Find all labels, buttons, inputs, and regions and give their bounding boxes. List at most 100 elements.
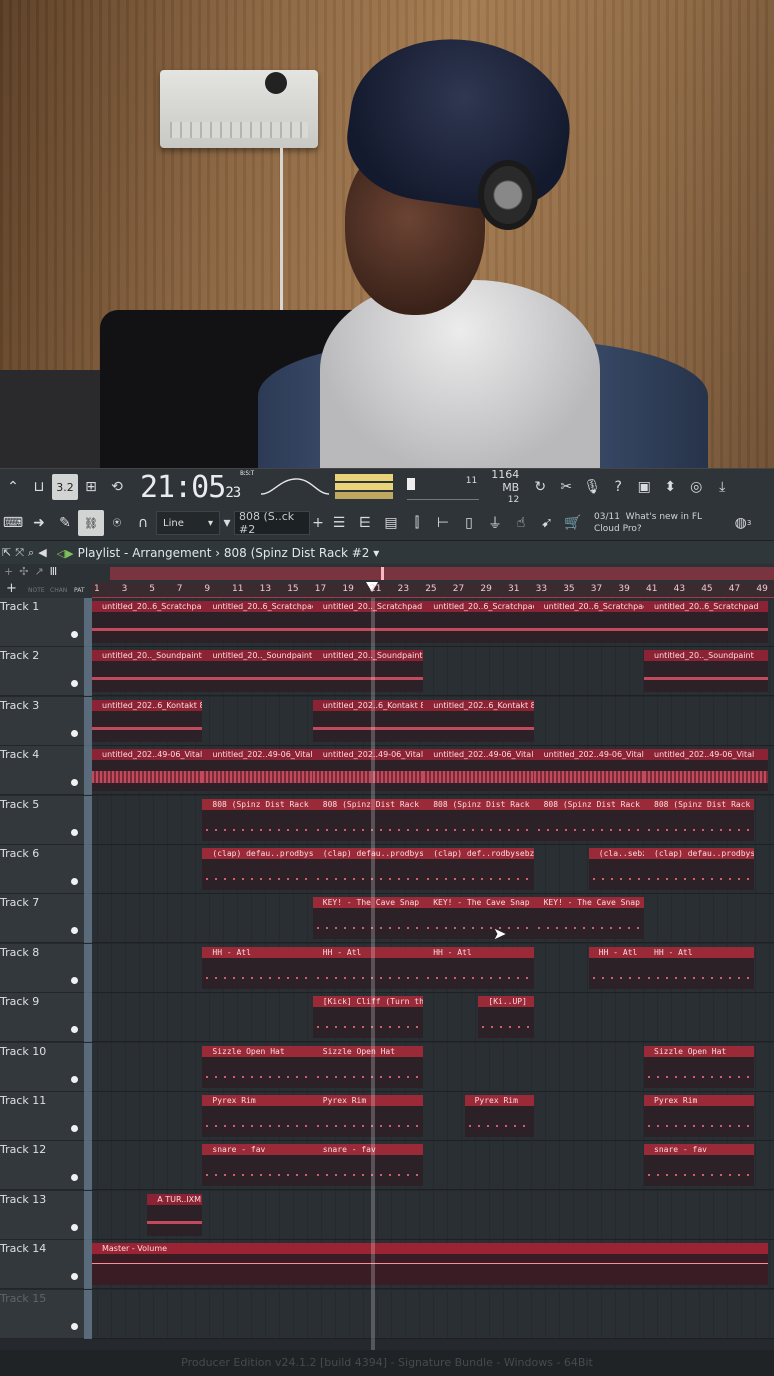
track-lane[interactable]: untitled_202..6_Kontakt 8 untitled_202..6… (84, 696, 774, 746)
snap-select[interactable]: Line ▾ (156, 511, 220, 535)
track-mute-button[interactable] (71, 631, 78, 638)
horizontal-scrollbar[interactable] (110, 567, 774, 580)
track-header[interactable]: Track 6 (0, 845, 84, 894)
pattern-clip[interactable]: Sizzle Open Hat (644, 1045, 755, 1088)
audio-clip[interactable]: untitled_202..6_Kontakt 8 (423, 699, 534, 742)
piano-roll-icon[interactable]: ⋿ (352, 510, 378, 536)
pattern-clip[interactable]: 808 (Spinz Dist Rack (312, 798, 424, 841)
pattern-clip[interactable]: Pyrex Rim (464, 1095, 534, 1137)
audio-clip[interactable]: untitled_20.._Soundpaint (92, 650, 203, 693)
audio-clip[interactable]: untitled_20..6_Scratchpad (423, 601, 534, 643)
render-icon[interactable]: ⬍ (657, 474, 683, 500)
pattern-clip[interactable]: 808 (Spinz Dist Rack (533, 798, 644, 841)
track-mute-button[interactable] (71, 779, 78, 787)
pattern-clip[interactable]: (clap) defau..prodbysebzy (202, 848, 313, 890)
audio-clip[interactable]: untitled_202..49-06_Vital (202, 749, 313, 792)
track-header[interactable]: Track 7 (0, 894, 84, 944)
playlist-title[interactable]: ◁▶ Playlist - Arrangement › 808 (Spinz Di… (57, 546, 380, 560)
track-lane[interactable]: A TUR..IXM (84, 1190, 774, 1240)
audio-clip[interactable]: A TUR..IXM (147, 1193, 203, 1236)
track-lane[interactable]: Master - Volume (84, 1240, 774, 1290)
pattern-clip[interactable]: Sizzle Open Hat (202, 1045, 313, 1088)
slide-icon[interactable]: ↗ (34, 565, 43, 578)
zoom-icon[interactable]: ⌕ (28, 546, 34, 560)
audio-clip[interactable]: untitled_20..6_Scratchpad (202, 601, 313, 643)
audio-clip[interactable]: untitled_202..6_Kontakt 8 (312, 699, 424, 742)
pattern-clip[interactable]: 808 (Spinz Dist Rack #2 (202, 798, 313, 841)
pattern-clip[interactable]: snare - fav (312, 1144, 424, 1187)
audio-clip[interactable]: untitled_202..49-06_Vital (312, 749, 424, 792)
pattern-clip[interactable]: [Ki..UP] (478, 996, 534, 1039)
audio-clip[interactable]: untitled_202..6_Kontakt 8 (92, 699, 203, 742)
tempo-display[interactable]: 3.2 (52, 474, 78, 500)
audio-clip[interactable]: untitled_20.._Soundpaint (644, 650, 769, 693)
track-lane[interactable]: untitled_20.._Soundpaint untitled_20.._So… (84, 647, 774, 697)
track-mute-button[interactable] (71, 1026, 78, 1034)
pattern-clip[interactable]: 808 (Spinz Dist Rack (423, 798, 534, 841)
track-header[interactable]: Track 3 (0, 696, 84, 746)
audio-clip[interactable]: untitled_20..6_Scratchpad (92, 601, 203, 643)
track-header[interactable]: Track 4 (0, 746, 84, 796)
add-track-icon[interactable]: + (4, 565, 13, 578)
resize-icon[interactable]: ⤧ (15, 546, 24, 560)
scrollbar-thumb[interactable] (381, 567, 384, 580)
magnet-icon[interactable]: ✣ (19, 565, 28, 578)
track-lane[interactable]: HH - Atl HH - Atl HH - Atl HH - Atl HH - Atl (84, 943, 774, 993)
audio-clip[interactable]: untitled_202..49-06_Vital (644, 749, 769, 792)
touch-controller-icon[interactable]: ☝ (508, 510, 534, 536)
microphone-icon[interactable]: 🎙 (579, 474, 605, 500)
news-panel[interactable]: 03/11 What's new in FL Cloud Pro? (594, 511, 702, 535)
track-mute-button[interactable] (71, 1174, 78, 1182)
download-icon[interactable]: ⤓ (709, 474, 735, 500)
pattern-clip[interactable]: snare - fav (202, 1144, 313, 1187)
wait-record-icon[interactable]: ⊔ (26, 474, 52, 500)
track-header[interactable]: Track 12 (0, 1141, 84, 1191)
audio-clip[interactable]: untitled_202..49-06_Vital (92, 749, 203, 792)
track-mute-button[interactable] (71, 1223, 78, 1231)
browser-icon[interactable]: ⊢ (430, 510, 456, 536)
track-header[interactable]: Track 13 (0, 1190, 84, 1240)
pattern-clip[interactable]: [Kick] Cliff (Turn this UP) (312, 996, 424, 1039)
track-mute-button[interactable] (71, 1273, 78, 1281)
track-lane[interactable]: snare - fav snare - fav snare - fav (84, 1141, 774, 1191)
track-mute-button[interactable] (71, 878, 78, 885)
audio-clip[interactable]: untitled_20.._Soundpaint (202, 650, 313, 693)
track-mute-button[interactable] (71, 680, 78, 688)
track-lane[interactable] (84, 1289, 774, 1339)
pattern-clip[interactable]: HH - Atl (312, 946, 424, 989)
track-header[interactable]: Track 5 (0, 795, 84, 845)
pattern-clip[interactable]: Pyrex Rim (312, 1095, 424, 1137)
pattern-clip[interactable]: (cla..sebzy (588, 848, 644, 890)
file-icon[interactable]: ▯ (456, 510, 482, 536)
store-cart-icon[interactable]: 🛒 (560, 510, 586, 536)
step-arrow-icon[interactable]: ➜ (26, 510, 52, 536)
add-icon[interactable]: + (6, 581, 17, 596)
metronome-icon[interactable]: ⌃ (0, 474, 26, 500)
magnet-snap-icon[interactable]: ∩ (130, 510, 156, 536)
track-header[interactable]: Track 1 (0, 598, 84, 647)
track-lane[interactable]: untitled_202..49-06_Vital untitled_202..4… (84, 746, 774, 796)
chat-icon[interactable]: ◎ (683, 474, 709, 500)
globe-icon[interactable]: ◍ 3 (730, 510, 756, 536)
timeline-ruler[interactable]: 1 3 5 7 9 11 13 15 17 19 21 23 25 27 29 31 33 35 37 39 41 43 4… (92, 582, 774, 598)
pattern-clip[interactable]: HH - Atl (588, 946, 644, 989)
link-icon[interactable]: ⛓ (78, 510, 104, 536)
track-lane[interactable]: Sizzle Open Hat Sizzle Open Hat Sizzle Ope… (84, 1042, 774, 1092)
draw-tool-icon[interactable]: ✎ (52, 510, 78, 536)
track-mute-button[interactable] (71, 1075, 78, 1083)
cut-tool-icon[interactable]: ✂ (553, 474, 579, 500)
speaker-icon[interactable]: ◀ (38, 546, 46, 560)
pattern-clip[interactable]: HH - Atl (423, 946, 534, 989)
pattern-dropdown-icon[interactable]: ▾ (220, 510, 234, 536)
channel-rack-icon[interactable]: ▤ (378, 510, 404, 536)
pointer-icon[interactable]: ⇱ (2, 546, 11, 560)
track-mute-button[interactable] (71, 1322, 78, 1330)
pattern-clip[interactable]: Pyrex Rim (202, 1095, 313, 1137)
pattern-clip[interactable]: KEY! - The Cave Snap (533, 897, 644, 940)
pattern-clip[interactable]: (clap) def..rodbysebzy (423, 848, 534, 890)
audio-clip[interactable]: untitled_20.._Soundpaint (312, 650, 424, 693)
track-header[interactable]: Track 15 (0, 1289, 84, 1339)
song-position-clock[interactable]: 21:0523 B:S:T (140, 470, 254, 505)
mixer-icon[interactable]: ⫿ (404, 510, 430, 536)
audio-clip[interactable]: untitled_20..6_Scratchpad (644, 601, 769, 643)
